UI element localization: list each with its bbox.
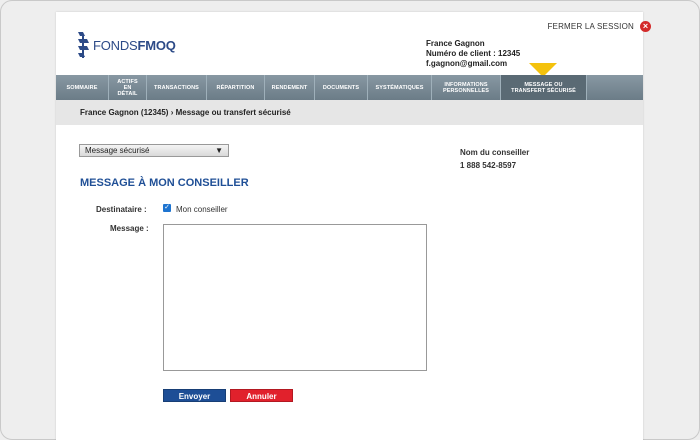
user-name: France Gagnon bbox=[426, 39, 485, 48]
nav-item-systematiques[interactable]: SYSTÉMATIQUES bbox=[368, 75, 432, 100]
page-title: MESSAGE À MON CONSEILLER bbox=[80, 177, 249, 189]
logo-bold: FMOQ bbox=[137, 37, 176, 53]
message-label: Message : bbox=[110, 224, 149, 233]
checkbox-checked-icon[interactable]: ✓ bbox=[163, 204, 171, 212]
fmoq-logo-icon bbox=[78, 32, 89, 58]
nav-item-actifs[interactable]: ACTIFS EN DÉTAIL bbox=[109, 75, 147, 100]
close-icon[interactable]: × bbox=[640, 21, 651, 32]
advisor-phone: 1 888 542-8597 bbox=[460, 161, 517, 170]
select-value: Message sécurisé bbox=[85, 146, 150, 155]
message-type-select[interactable]: Message sécurisé ▼ bbox=[79, 144, 229, 157]
send-button[interactable]: Envoyer bbox=[163, 389, 226, 402]
nav-item-transactions[interactable]: TRANSACTIONS bbox=[147, 75, 207, 100]
breadcrumb: France Gagnon (12345) › Message ou trans… bbox=[56, 100, 643, 125]
advisor-name-label: Nom du conseiller bbox=[460, 148, 530, 157]
recipient-option-label: Mon conseiller bbox=[176, 205, 228, 214]
nav-item-repartition[interactable]: RÉPARTITION bbox=[207, 75, 265, 100]
nav-item-informations[interactable]: INFORMATIONS PERSONNELLES bbox=[432, 75, 501, 100]
cancel-button[interactable]: Annuler bbox=[230, 389, 293, 402]
nav-item-sommaire[interactable]: SOMMAIRE bbox=[56, 75, 109, 100]
logout-label: FERMER LA SESSION bbox=[547, 22, 634, 31]
logout-link[interactable]: FERMER LA SESSION × bbox=[547, 21, 651, 32]
nav-item-message[interactable]: MESSAGE OU TRANSFERT SÉCURISÉ bbox=[501, 75, 587, 100]
client-number: Numéro de client : 12345 bbox=[426, 49, 521, 58]
chevron-down-icon: ▼ bbox=[215, 146, 223, 155]
logo-text: FONDSFMOQ bbox=[93, 38, 176, 53]
user-email: f.gagnon@gmail.com bbox=[426, 59, 508, 68]
logo[interactable]: FONDSFMOQ bbox=[78, 30, 176, 60]
recipient-label: Destinataire : bbox=[96, 205, 147, 214]
main-nav: SOMMAIRE ACTIFS EN DÉTAIL TRANSACTIONS R… bbox=[56, 75, 643, 100]
logo-light: FONDS bbox=[93, 37, 138, 53]
nav-item-documents[interactable]: DOCUMENTS bbox=[315, 75, 368, 100]
user-info: France Gagnon Numéro de client : 12345 f… bbox=[426, 39, 520, 69]
nav-item-rendement[interactable]: RENDEMENT bbox=[265, 75, 315, 100]
advisor-info: Nom du conseiller 1 888 542-8597 bbox=[460, 146, 529, 172]
message-textarea[interactable] bbox=[163, 224, 427, 371]
page: FERMER LA SESSION × FONDSFMOQ France Gag… bbox=[56, 12, 651, 440]
